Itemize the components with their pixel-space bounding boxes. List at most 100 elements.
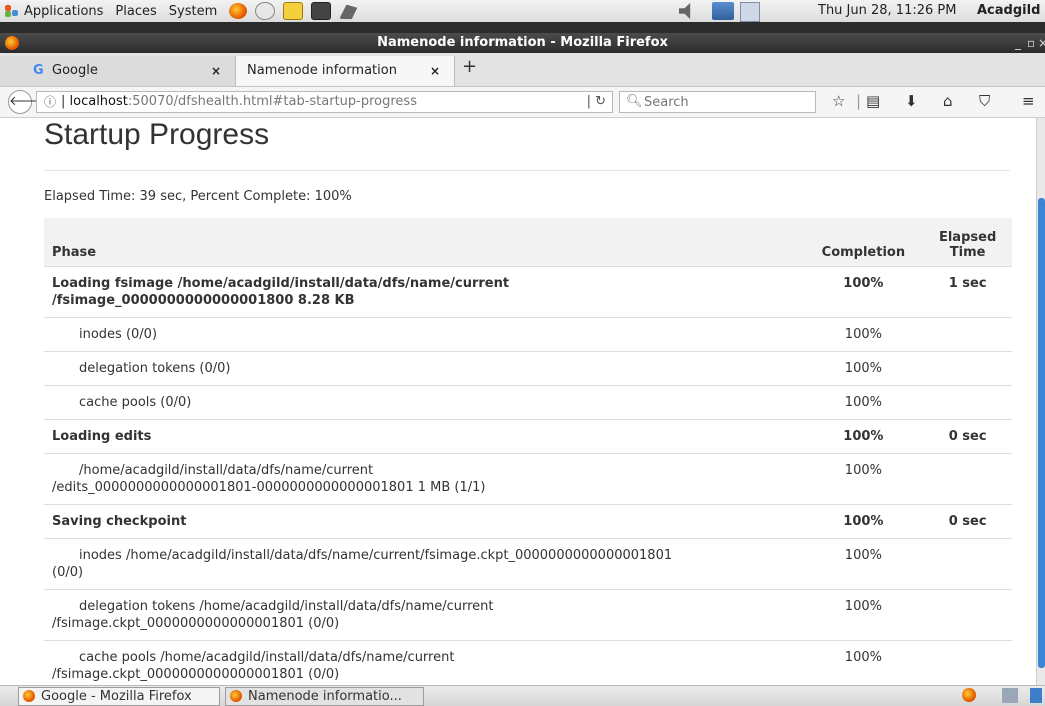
header-phase: Phase (44, 218, 804, 267)
firefox-launcher-icon[interactable] (229, 3, 248, 19)
completion-cell: 100% (803, 453, 924, 505)
firefox-tray-icon[interactable] (962, 688, 976, 702)
phase-cell: delegation tokens (0/0) (44, 351, 804, 386)
step-name-cont: (0/0) (52, 565, 84, 580)
vertical-scrollbar[interactable] (1036, 118, 1045, 685)
screenshot-launcher-icon[interactable] (339, 4, 358, 19)
tab-namenode-information[interactable]: Namenode information × (235, 56, 455, 86)
back-button[interactable]: 🡐 (8, 90, 44, 114)
phase-name-cont: /fsimage_0000000000000001800 8.28 KB (52, 293, 355, 308)
scrollbar-thumb[interactable] (1038, 198, 1045, 668)
phase-cell: cache pools (0/0) (44, 385, 804, 420)
tab-label: Google (52, 63, 98, 78)
new-tab-button[interactable]: + (462, 56, 477, 77)
terminal-launcher-icon[interactable] (311, 2, 332, 20)
applications-icon[interactable] (4, 4, 20, 18)
show-desktop-icon[interactable] (1030, 688, 1042, 703)
elapsed-cell (923, 453, 1012, 505)
menu-hamburger-icon[interactable]: ≡ (1022, 92, 1035, 110)
completion-cell: 100% (803, 266, 924, 318)
elapsed-cell (923, 317, 1012, 352)
table-row: Saving checkpoint 100% 0 sec (44, 504, 1012, 539)
taskbar-item-namenode-information[interactable]: Namenode informatio... (225, 687, 424, 706)
step-name: delegation tokens (0/0) (79, 361, 231, 376)
search-input[interactable] (642, 93, 811, 111)
taskbar-item-label: Namenode informatio... (248, 689, 402, 704)
elapsed-cell (923, 640, 1012, 685)
table-row: delegation tokens (0/0) 100% (44, 351, 1012, 386)
clock[interactable]: Thu Jun 28, 11:26 PM (818, 3, 956, 18)
phase-cell: Loading edits (44, 419, 804, 454)
completion-cell: 100% (803, 317, 924, 352)
mail-launcher-icon[interactable] (255, 2, 276, 20)
completion-cell: 100% (803, 538, 924, 590)
completion-cell: 100% (803, 419, 924, 454)
step-name: cache pools /home/acadgild/install/data/… (79, 650, 455, 665)
table-row: inodes /home/acadgild/install/data/dfs/n… (44, 538, 1012, 590)
table-row: Loading fsimage /home/acadgild/install/d… (44, 266, 1012, 318)
elapsed-cell: 0 sec (923, 419, 1012, 454)
step-name: delegation tokens /home/acadgild/install… (79, 599, 494, 614)
phase-cell: cache pools /home/acadgild/install/data/… (44, 640, 804, 685)
completion-cell: 100% (803, 351, 924, 386)
table-row: delegation tokens /home/acadgild/install… (44, 589, 1012, 641)
clipboard-icon[interactable] (740, 2, 760, 22)
search-box[interactable]: 🔍︎ (619, 91, 816, 113)
url-bar[interactable]: ⓘ | localhost:50070/dfshealth.html#tab-s… (36, 91, 613, 113)
url-path: :50070/dfshealth.html#tab-startup-progre… (127, 94, 417, 109)
window-frame (0, 22, 1045, 33)
elapsed-cell (923, 589, 1012, 641)
menu-system[interactable]: System (169, 4, 217, 19)
network-icon[interactable] (712, 2, 734, 20)
volume-icon[interactable] (679, 2, 691, 20)
elapsed-cell: 0 sec (923, 504, 1012, 539)
firefox-icon (23, 690, 35, 702)
phase-cell: inodes (0/0) (44, 317, 804, 352)
firefox-window-icon[interactable] (5, 36, 19, 50)
window-titlebar[interactable]: Namenode information - Mozilla Firefox _… (0, 33, 1045, 53)
completion-cell: 100% (803, 385, 924, 420)
workspace-switcher-icon[interactable] (1002, 688, 1018, 703)
downloads-icon[interactable]: ⬇ (905, 92, 918, 110)
close-tab-icon[interactable]: × (430, 56, 440, 86)
completion-cell: 100% (803, 504, 924, 539)
close-tab-icon[interactable]: × (211, 56, 221, 86)
reading-list-icon[interactable]: ▤ (866, 92, 880, 110)
table-header-row: Phase Completion Elapsed Time (44, 218, 1012, 267)
header-elapsed-line2: Time (949, 245, 986, 260)
taskbar-item-google-firefox[interactable]: Google - Mozilla Firefox (18, 687, 220, 706)
bookmark-star-icon[interactable]: ☆ (832, 92, 845, 110)
table-row: /home/acadgild/install/data/dfs/name/cur… (44, 453, 1012, 505)
user-menu[interactable]: Acadgild (977, 3, 1040, 18)
minimize-button[interactable]: _ (1015, 33, 1021, 53)
home-icon[interactable]: ⌂ (943, 92, 953, 110)
pocket-icon[interactable]: ⛉ (979, 92, 990, 110)
url-host: localhost (69, 94, 128, 109)
title-divider (44, 170, 1010, 171)
phase-cell: inodes /home/acadgild/install/data/dfs/n… (44, 538, 804, 590)
progress-summary: Elapsed Time: 39 sec, Percent Complete: … (44, 189, 352, 204)
reload-icon[interactable]: | ↻ (587, 92, 606, 112)
header-completion: Completion (803, 218, 924, 267)
phase-cell: /home/acadgild/install/data/dfs/name/cur… (44, 453, 804, 505)
taskbar-item-label: Google - Mozilla Firefox (41, 689, 192, 704)
elapsed-cell (923, 351, 1012, 386)
phase-cell: delegation tokens /home/acadgild/install… (44, 589, 804, 641)
tab-google[interactable]: G Google × (0, 56, 235, 86)
toolbar-separator: | (856, 92, 862, 110)
tab-strip: G Google × Namenode information × (0, 53, 1045, 87)
elapsed-cell (923, 538, 1012, 590)
elapsed-cell: 1 sec (923, 266, 1012, 318)
url-text[interactable]: | localhost:50070/dfshealth.html#tab-sta… (61, 92, 417, 112)
step-name: cache pools (0/0) (79, 395, 192, 410)
table-row: cache pools /home/acadgild/install/data/… (44, 640, 1012, 685)
site-info-icon[interactable]: ⓘ (44, 92, 56, 112)
close-window-button[interactable]: × (1038, 33, 1045, 53)
step-name: /home/acadgild/install/data/dfs/name/cur… (79, 463, 374, 478)
maximize-button[interactable]: ▫ (1027, 33, 1035, 53)
tab-label: Namenode information (247, 63, 397, 78)
menu-applications[interactable]: Applications (24, 4, 103, 19)
step-name-cont: /fsimage.ckpt_0000000000000001801 (0/0) (52, 616, 340, 631)
text-editor-launcher-icon[interactable] (283, 2, 304, 20)
menu-places[interactable]: Places (115, 4, 156, 19)
